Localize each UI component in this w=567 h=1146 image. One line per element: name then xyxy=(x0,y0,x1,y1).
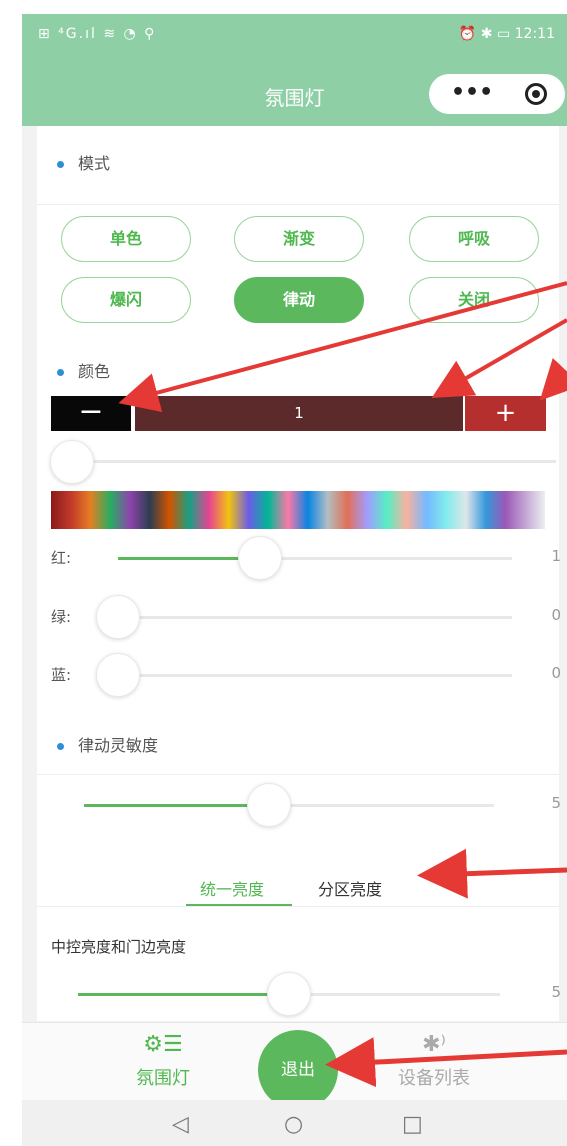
back-icon[interactable]: ◁ xyxy=(172,1112,189,1137)
mode-button-flash[interactable]: 爆闪 xyxy=(61,277,191,323)
mini-program-capsule: ••• xyxy=(429,74,565,114)
close-target-icon[interactable] xyxy=(525,83,547,105)
brightness-label: 中控亮度和门边亮度 xyxy=(51,938,187,956)
mode-button-rhythm[interactable]: 律动 xyxy=(234,277,364,323)
recents-icon[interactable]: □ xyxy=(402,1112,423,1137)
green-value: 0 xyxy=(551,606,561,624)
ambient-label: 氛围灯 xyxy=(136,1068,190,1089)
mode-button-gradient[interactable]: 渐变 xyxy=(234,216,364,262)
system-nav-bar: ◁ ○ □ xyxy=(22,1100,567,1146)
brightness-slider-knob[interactable] xyxy=(267,972,311,1016)
green-label: 绿: xyxy=(51,608,72,626)
devices-label: 设备列表 xyxy=(398,1068,470,1089)
red-label: 红: xyxy=(51,549,72,567)
divider xyxy=(37,774,559,775)
brightness-value: 5 xyxy=(551,983,561,1001)
rhythm-value: 5 xyxy=(551,794,561,812)
tab-zone-brightness[interactable]: 分区亮度 xyxy=(318,876,382,900)
app-screen: ⊞ ⁴G.ıl ≋ ◔ ⚲ ⏰ ✱ ▭ 12:11 氛围灯 ••• 模式 单色 … xyxy=(22,14,567,1146)
color-section-title: 颜色 xyxy=(57,358,110,382)
more-menu-icon[interactable]: ••• xyxy=(451,80,493,105)
rhythm-section-title: 律动灵敏度 xyxy=(57,732,158,756)
divider xyxy=(37,204,559,205)
red-value: 1 xyxy=(551,547,561,565)
rhythm-slider-knob[interactable] xyxy=(246,783,291,827)
divider xyxy=(37,906,559,907)
color-increment-button[interactable]: + xyxy=(465,396,546,431)
bluetooth-icon: ✱⁾ xyxy=(422,1032,446,1057)
rhythm-slider-fill xyxy=(84,804,269,807)
exit-button[interactable]: 退出 xyxy=(258,1030,338,1110)
hue-slider-track[interactable] xyxy=(51,460,556,463)
color-decrement-button[interactable]: − xyxy=(51,396,131,431)
blue-slider-knob[interactable] xyxy=(96,653,140,697)
brightness-slider-fill xyxy=(78,993,289,996)
green-slider-track[interactable] xyxy=(118,616,512,619)
mode-button-breathe[interactable]: 呼吸 xyxy=(409,216,539,262)
status-icons-left: ⊞ ⁴G.ıl ≋ ◔ ⚲ xyxy=(38,26,157,42)
mode-button-single[interactable]: 单色 xyxy=(61,216,191,262)
tabbar-ambient-light[interactable]: ⚙☰ 氛围灯 xyxy=(118,1032,208,1090)
mode-button-off[interactable]: 关闭 xyxy=(409,277,539,323)
mode-title-text: 模式 xyxy=(78,154,111,173)
rhythm-title-text: 律动灵敏度 xyxy=(78,736,159,755)
gear-list-icon: ⚙☰ xyxy=(143,1032,183,1057)
home-icon[interactable]: ○ xyxy=(284,1112,303,1137)
blue-slider-track[interactable] xyxy=(118,674,512,677)
tab-unified-brightness[interactable]: 统一亮度 xyxy=(200,876,264,900)
color-title-text: 颜色 xyxy=(78,362,111,381)
blue-label: 蓝: xyxy=(51,666,72,684)
bullet-dot-icon xyxy=(57,161,64,168)
bullet-dot-icon xyxy=(57,369,64,376)
color-index-value: 1 xyxy=(135,396,463,431)
status-bar: ⊞ ⁴G.ıl ≋ ◔ ⚲ ⏰ ✱ ▭ 12:11 xyxy=(22,14,567,58)
top-bar: ⊞ ⁴G.ıl ≋ ◔ ⚲ ⏰ ✱ ▭ 12:11 氛围灯 ••• xyxy=(22,14,567,126)
hue-slider-knob[interactable] xyxy=(50,440,94,484)
blue-value: 0 xyxy=(551,664,561,682)
mode-section-title: 模式 xyxy=(57,150,110,174)
bullet-dot-icon xyxy=(57,743,64,750)
settings-card: 模式 单色 渐变 呼吸 爆闪 律动 关闭 颜色 xyxy=(37,126,559,1021)
green-slider-knob[interactable] xyxy=(96,595,140,639)
status-icons-right: ⏰ ✱ ▭ 12:11 xyxy=(458,26,555,42)
tabbar-device-list[interactable]: ✱⁾ 设备列表 xyxy=(384,1032,484,1090)
color-spectrum[interactable] xyxy=(51,491,545,529)
red-slider-knob[interactable] xyxy=(237,536,282,580)
